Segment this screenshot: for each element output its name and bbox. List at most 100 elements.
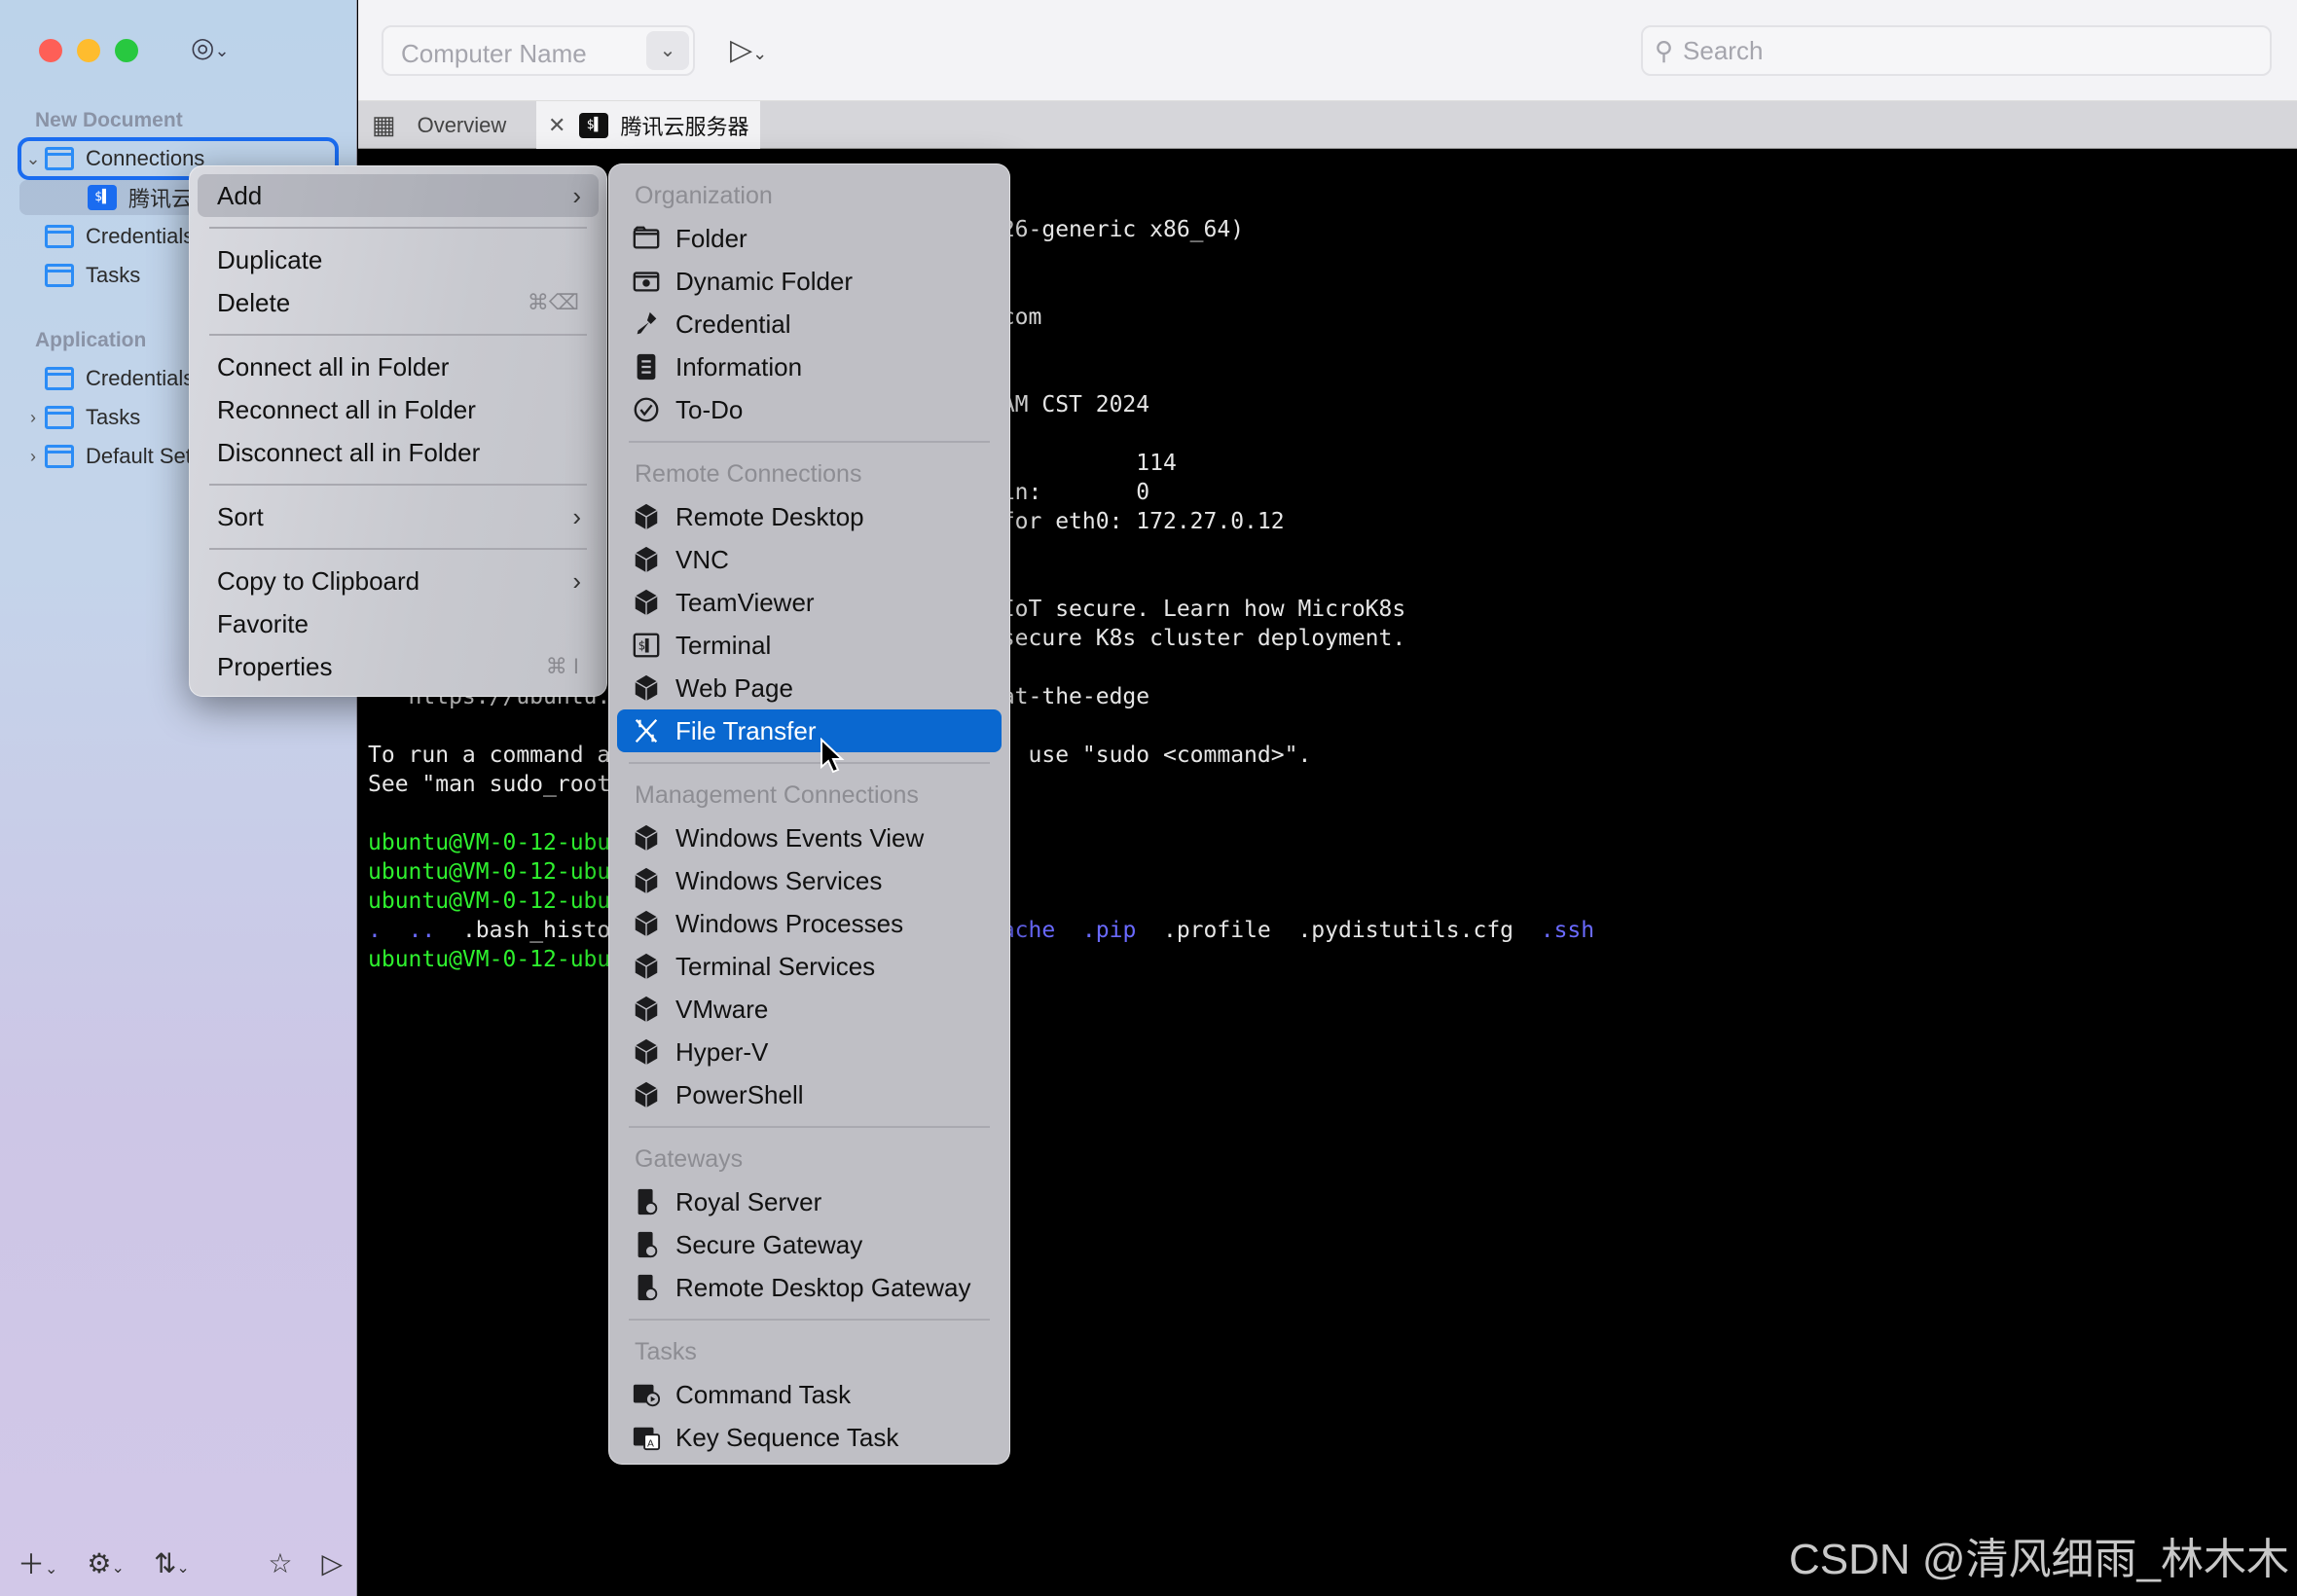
menu-item-label: Windows Processes (675, 908, 904, 938)
menu-item-label: Windows Services (675, 865, 883, 895)
zoom-window-button[interactable] (115, 39, 138, 62)
sidebar-bottom-toolbar: ＋⌄ ⚙⌄ ⇅⌄ ☆ ▷ (18, 1543, 343, 1582)
menu-section-header: Remote Connections (635, 459, 862, 488)
menu-item-label: Credential (675, 308, 791, 339)
submenu-item-powershell[interactable]: PowerShell (617, 1073, 1002, 1116)
menu-item-label: VNC (675, 544, 729, 574)
target-menu-icon[interactable]: ◎⌄ (191, 31, 230, 63)
add-icon[interactable]: ＋⌄ (18, 1543, 57, 1582)
menu-item-label: Web Page (675, 672, 793, 703)
search-placeholder: Search (1683, 35, 1764, 65)
submenu-item-folder[interactable]: Folder (617, 217, 1002, 260)
menu-item-favorite[interactable]: Favorite (198, 602, 599, 645)
disclosure-chevron-icon[interactable]: ⌄ (21, 149, 45, 169)
connect-play-icon[interactable]: ▷⌄ (730, 33, 767, 67)
terminal-text: at-the-edge (1001, 684, 1150, 709)
disclosure-chevron-icon[interactable]: › (21, 408, 45, 428)
menu-item-copy-to-clipboard[interactable]: Copy to Clipboard › (198, 560, 599, 602)
menu-section-header: Organization (635, 181, 773, 209)
terminal-text: ubuntu@VM-0-12-ubu (368, 889, 611, 914)
submenu-item-vmware[interactable]: VMware (617, 988, 1002, 1031)
submenu-item-information[interactable]: Information (617, 345, 1002, 388)
menu-item-label: Terminal (675, 630, 772, 660)
submenu-item-windows-events-view[interactable]: Windows Events View (617, 816, 1002, 859)
terminal-text: IoT secure. Learn how MicroK8s (1001, 597, 1406, 622)
minimize-window-button[interactable] (77, 39, 100, 62)
cube-icon (631, 501, 662, 532)
tab-label: 腾讯云服务器 (620, 114, 749, 139)
cube-icon (631, 587, 662, 618)
submenu-item-dynamic-folder[interactable]: Dynamic Folder (617, 260, 1002, 303)
disclosure-chevron-icon[interactable]: › (21, 447, 45, 467)
menu-item-label: Properties (217, 651, 333, 681)
menu-item-add[interactable]: Add › (198, 174, 599, 217)
gear-icon[interactable]: ⚙⌄ (87, 1547, 125, 1579)
menu-item-reconnect-all-in-folder[interactable]: Reconnect all in Folder (198, 388, 599, 431)
menu-item-label: Folder (675, 223, 747, 253)
submenu-item-command-task[interactable]: Command Task (617, 1373, 1002, 1416)
menu-section-header: Gateways (635, 1144, 744, 1173)
search-input[interactable]: ⚲ Search (1641, 25, 2272, 76)
computer-name-field[interactable]: Computer Name ⌄ (382, 25, 695, 76)
menu-item-label: Duplicate (217, 244, 323, 274)
submenu-item-remote-desktop[interactable]: Remote Desktop (617, 495, 1002, 538)
menu-item-label: PowerShell (675, 1079, 804, 1109)
submenu-item-terminal[interactable]: $▌ Terminal (617, 624, 1002, 667)
close-tab-icon[interactable]: ✕ (548, 113, 565, 138)
tab-overview[interactable]: ▦ Overview (358, 101, 536, 149)
submenu-item-file-transfer[interactable]: File Transfer (617, 709, 1002, 752)
terminal-text: .. (408, 918, 436, 943)
submenu-item-vnc[interactable]: VNC (617, 538, 1002, 581)
menu-item-label: Reconnect all in Folder (217, 394, 476, 424)
terminal-text: for eth0: 172.27.0.12 (1001, 509, 1285, 534)
menu-item-label: Royal Server (675, 1186, 822, 1216)
submenu-item-teamviewer[interactable]: TeamViewer (617, 581, 1002, 624)
sidebar-item-label: Connections (86, 146, 205, 170)
search-icon: ⚲ (1655, 35, 1674, 65)
submenu-item-windows-services[interactable]: Windows Services (617, 859, 1002, 902)
submenu-item-hyper-v[interactable]: Hyper-V (617, 1031, 1002, 1073)
folder-icon (631, 223, 662, 254)
chevron-down-icon[interactable]: ⌄ (646, 31, 689, 70)
menu-item-label: Disconnect all in Folder (217, 437, 481, 467)
menu-item-properties[interactable]: Properties ⌘ I (198, 645, 599, 688)
close-window-button[interactable] (39, 39, 62, 62)
menu-item-label: VMware (675, 994, 769, 1024)
sidebar-item-label: Tasks (86, 263, 141, 287)
terminal-text: ubuntu@VM-0-12-ubu (368, 947, 611, 972)
submenu-item-remote-desktop-gateway[interactable]: Remote Desktop Gateway (617, 1266, 1002, 1309)
submenu-item-web-page[interactable]: Web Page (617, 667, 1002, 709)
menu-item-label: Hyper-V (675, 1036, 769, 1067)
submenu-item-royal-server[interactable]: Royal Server (617, 1180, 1002, 1223)
tab-tencent-server[interactable]: ✕ $▌ 腾讯云服务器 (536, 101, 760, 149)
cube-icon (631, 951, 662, 982)
submenu-item-terminal-services[interactable]: Terminal Services (617, 945, 1002, 988)
terminal-text: AM CST 2024 (1001, 392, 1150, 417)
terminal-text: ubuntu@VM-0-12-ubu (368, 830, 611, 855)
submenu-item-secure-gateway[interactable]: Secure Gateway (617, 1223, 1002, 1266)
menu-separator (617, 1309, 1002, 1330)
terminal-text: , use "sudo <command>". (1001, 743, 1312, 768)
folder-icon (45, 445, 74, 468)
menu-item-disconnect-all-in-folder[interactable]: Disconnect all in Folder (198, 431, 599, 474)
terminal-text: ubuntu@VM-0-12-ubu (368, 859, 611, 885)
submenu-item-credential[interactable]: Credential (617, 303, 1002, 345)
menu-item-duplicate[interactable]: Duplicate (198, 238, 599, 281)
menu-item-sort[interactable]: Sort › (198, 495, 599, 538)
star-icon[interactable]: ☆ (268, 1547, 292, 1579)
play-icon[interactable]: ▷ (321, 1547, 343, 1579)
submenu-item-key-sequence-task[interactable]: A Key Sequence Task (617, 1416, 1002, 1459)
computer-name-placeholder: Computer Name (401, 39, 587, 68)
sync-icon[interactable]: ⇅⌄ (154, 1547, 190, 1579)
menu-item-label: Connect all in Folder (217, 351, 450, 381)
key-icon (631, 308, 662, 340)
application-header: Application (35, 329, 147, 351)
submenu-item-to-do[interactable]: To-Do (617, 388, 1002, 431)
shortcut-label: ⌘⌫ (527, 290, 579, 314)
svg-text:A: A (647, 1438, 654, 1449)
menu-item-connect-all-in-folder[interactable]: Connect all in Folder (198, 345, 599, 388)
submenu-item-windows-processes[interactable]: Windows Processes (617, 902, 1002, 945)
menu-item-label: Windows Events View (675, 822, 925, 852)
menu-item-delete[interactable]: Delete ⌘⌫ (198, 281, 599, 324)
terminal-text: To run a command a (368, 743, 611, 768)
